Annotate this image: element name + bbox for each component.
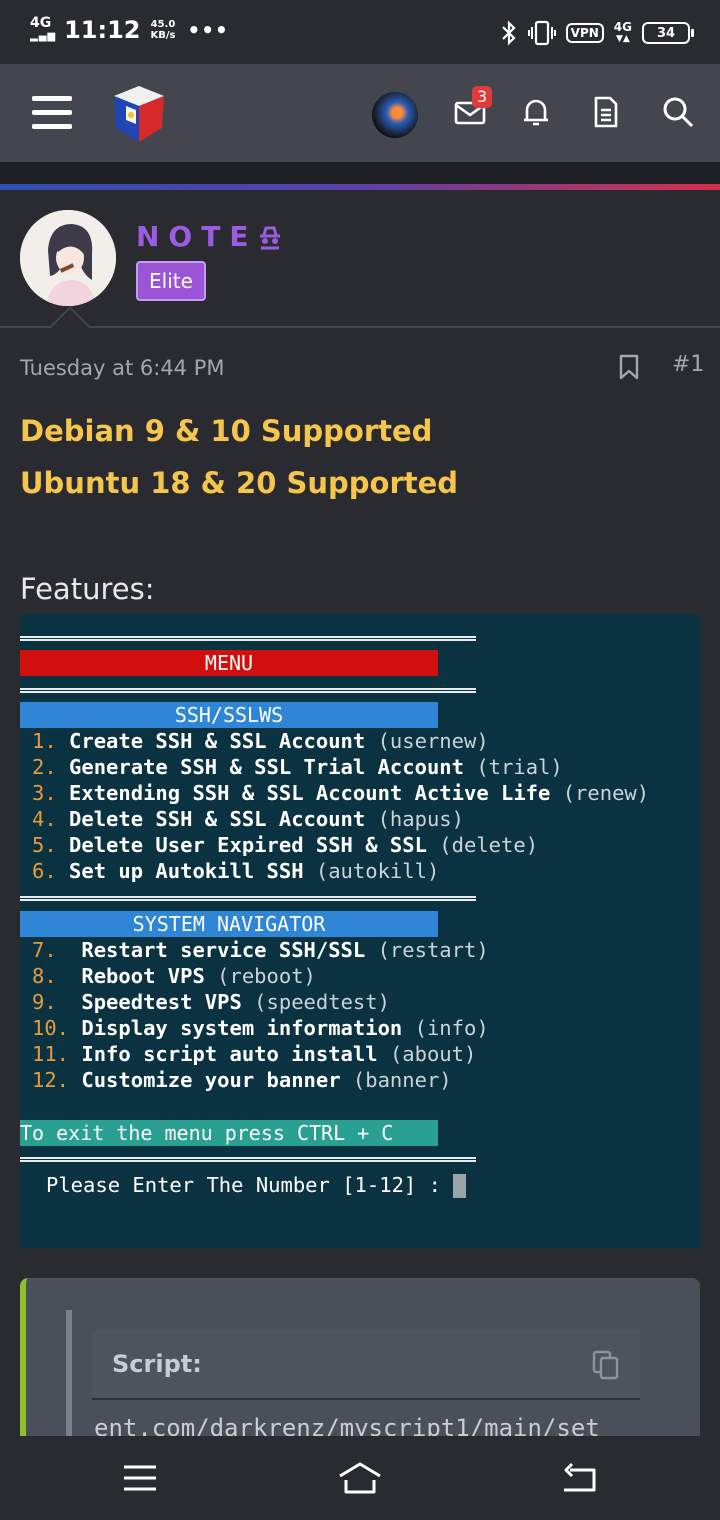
search-icon[interactable] <box>660 94 696 130</box>
features-heading: Features: <box>20 572 155 606</box>
battery-icon: 34 <box>642 22 694 44</box>
accent-line <box>0 184 720 190</box>
section-bar-ssh: SSH/SSLWS <box>20 702 438 728</box>
support-line-ubuntu: Ubuntu 18 & 20 Supported <box>20 466 459 500</box>
menu-item: 10. Display system information (info) <box>32 1016 489 1040</box>
terminal-rule <box>20 688 476 693</box>
username-text: NOTE <box>136 220 258 253</box>
post-date[interactable]: Tuesday at 6:44 PM <box>20 356 225 380</box>
prompt-text: Please Enter The Number [1-12] : <box>46 1173 441 1197</box>
terminal-prompt: Please Enter The Number [1-12] : <box>46 1172 467 1198</box>
section-title-ssh: SSH/SSLWS <box>174 703 284 727</box>
copy-icon[interactable] <box>592 1350 620 1380</box>
terminal-cursor <box>453 1174 467 1198</box>
recents-menu-icon[interactable] <box>120 1458 160 1498</box>
menu-item: 3. Extending SSH & SSL Account Active Li… <box>32 781 650 805</box>
terminal-screenshot: MENU SSH/SSLWS 1. Create SSH & SSL Accou… <box>20 614 700 1248</box>
network-type: 4G <box>30 15 52 31</box>
menu-item: 12. Customize your banner (banner) <box>32 1068 452 1092</box>
section-bar-system: SYSTEM NAVIGATOR <box>20 911 438 937</box>
battery-level: 34 <box>656 25 676 41</box>
notification-badge: 3 <box>472 86 493 108</box>
menu-title-bar: MENU <box>20 650 438 676</box>
code-title: Script: <box>112 1350 202 1378</box>
menu-item: 9. Speedtest VPS (speedtest) <box>32 990 390 1014</box>
mobile-data-icon: 4G ▼▲ <box>613 20 632 44</box>
post-author-name[interactable]: NOTE <box>136 220 283 253</box>
menu-item: 1. Create SSH & SSL Account (usernew) <box>32 729 489 753</box>
header-divider <box>0 162 720 184</box>
bluetooth-icon <box>501 20 516 46</box>
mobile-network-type: 4G <box>613 20 632 34</box>
system-nav-bar <box>0 1436 720 1520</box>
net-speed: 45.0 KB/s <box>150 19 175 41</box>
speed-value: 45.0 <box>150 19 176 30</box>
back-icon[interactable] <box>560 1458 600 1498</box>
site-logo[interactable] <box>104 78 174 148</box>
post-author-avatar[interactable] <box>20 210 116 306</box>
user-avatar[interactable] <box>372 92 418 138</box>
vibrate-icon <box>527 20 556 46</box>
spy-icon <box>260 226 281 249</box>
bookmark-icon[interactable] <box>618 354 640 380</box>
menu-item: 8. Reboot VPS (reboot) <box>32 964 316 988</box>
exit-hint-bar: To exit the menu press CTRL + C <box>20 1120 438 1146</box>
menu-icon[interactable] <box>32 96 72 130</box>
menu-item: 4. Delete SSH & SSL Account (hapus) <box>32 807 464 831</box>
app-header: 3 <box>0 64 720 162</box>
author-separator-arrow <box>50 306 90 346</box>
support-line-debian: Debian 9 & 10 Supported <box>20 414 433 448</box>
menu-item: 7. Restart service SSH/SSL (restart) <box>32 938 489 962</box>
home-icon[interactable] <box>336 1458 384 1498</box>
quote-bar <box>66 1310 72 1450</box>
terminal-rule <box>20 636 476 641</box>
code-header: Script: <box>92 1330 640 1400</box>
menu-item: 6. Set up Autokill SSH (autokill) <box>32 859 440 883</box>
clock: 11:12 <box>64 16 141 44</box>
author-separator <box>0 326 720 328</box>
terminal-rule <box>20 896 476 901</box>
menu-item: 2. Generate SSH & SSL Trial Account (tri… <box>32 755 563 779</box>
section-title-system: SYSTEM NAVIGATOR <box>132 912 326 936</box>
bell-icon[interactable] <box>518 94 554 130</box>
rank-badge: Elite <box>136 261 206 301</box>
menu-item: 11. Info script auto install (about) <box>32 1042 477 1066</box>
vpn-badge: VPN <box>565 23 604 43</box>
speed-unit: KB/s <box>150 30 176 41</box>
signal-icon: 4G ▂▄▆ <box>30 15 57 42</box>
overflow-dots: ••• <box>187 18 229 42</box>
document-icon[interactable] <box>588 94 624 130</box>
post-number[interactable]: #1 <box>672 352 704 377</box>
menu-title: MENU <box>204 651 254 675</box>
menu-item: 5. Delete User Expired SSH & SSL (delete… <box>32 833 539 857</box>
status-bar: 4G ▂▄▆ 11:12 45.0 KB/s ••• VPN 4G ▼▲ 34 <box>0 0 720 64</box>
terminal-rule <box>20 1157 476 1162</box>
